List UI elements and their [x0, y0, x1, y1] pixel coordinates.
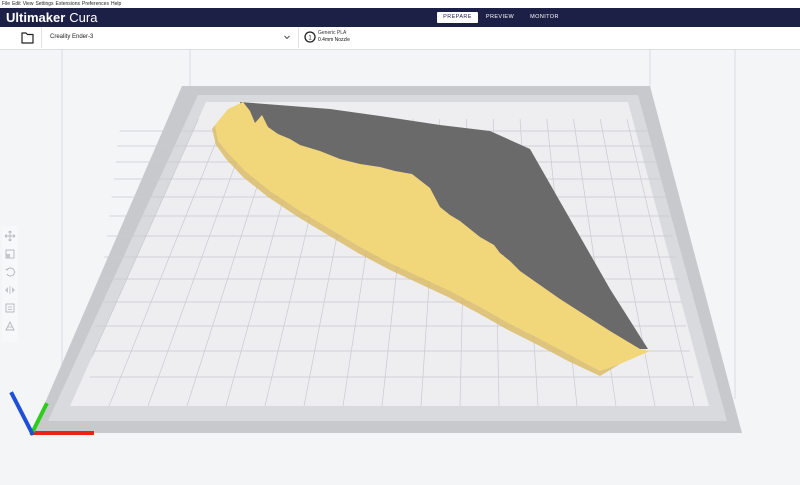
menu-help[interactable]: Help	[111, 1, 121, 7]
brand-name: Ultimaker	[6, 10, 66, 25]
menu-view[interactable]: View	[23, 1, 34, 7]
menu-settings[interactable]: Settings	[35, 1, 53, 7]
chevron-down-icon	[284, 35, 290, 40]
material-name: Generic PLA	[318, 30, 347, 36]
per-model-settings-icon	[5, 303, 15, 313]
menu-edit[interactable]: Edit	[12, 1, 21, 7]
menu-file[interactable]: File	[2, 1, 10, 7]
3d-viewport[interactable]	[0, 47, 800, 480]
tool-panel	[2, 226, 18, 342]
tab-monitor[interactable]: MONITOR	[522, 12, 567, 23]
tab-prepare[interactable]: PREPARE	[437, 12, 478, 23]
scale-icon	[5, 249, 15, 259]
mirror-icon	[5, 286, 15, 294]
brand-product: Cura	[69, 10, 98, 25]
material-selector[interactable]: 1 Generic PLA 0.4mm Nozzle	[300, 27, 420, 48]
open-file-button[interactable]	[14, 27, 40, 49]
support-blocker-button[interactable]	[4, 320, 16, 332]
build-scene	[9, 47, 742, 436]
nozzle-size: 0.4mm Nozzle	[318, 37, 350, 43]
printer-name: Creality Ender-3	[50, 34, 94, 40]
support-blocker-icon	[5, 320, 15, 331]
header-bar: Ultimaker Cura PREPARE PREVIEW MONITOR	[0, 8, 800, 27]
rotate-tool-button[interactable]	[4, 266, 16, 278]
menu-bar: File Edit View Settings Extensions Preference…	[0, 0, 800, 8]
app-logo: Ultimaker Cura	[6, 9, 97, 26]
printer-selector[interactable]: Creality Ender-3	[41, 27, 299, 48]
per-model-settings-button[interactable]	[4, 302, 16, 314]
extruder-icon: 1	[304, 31, 316, 43]
scale-tool-button[interactable]	[4, 248, 16, 260]
move-tool-button[interactable]	[4, 230, 16, 242]
move-icon	[4, 230, 16, 242]
stage-bar: Creality Ender-3 1 Generic PLA 0.4mm Noz…	[0, 27, 800, 50]
menu-preferences[interactable]: Preferences	[82, 1, 109, 7]
menu-extensions[interactable]: Extensions	[56, 1, 80, 7]
tab-preview[interactable]: PREVIEW	[478, 12, 522, 23]
rotate-icon	[5, 267, 15, 277]
mirror-tool-button[interactable]	[4, 284, 16, 296]
folder-icon	[21, 32, 34, 44]
